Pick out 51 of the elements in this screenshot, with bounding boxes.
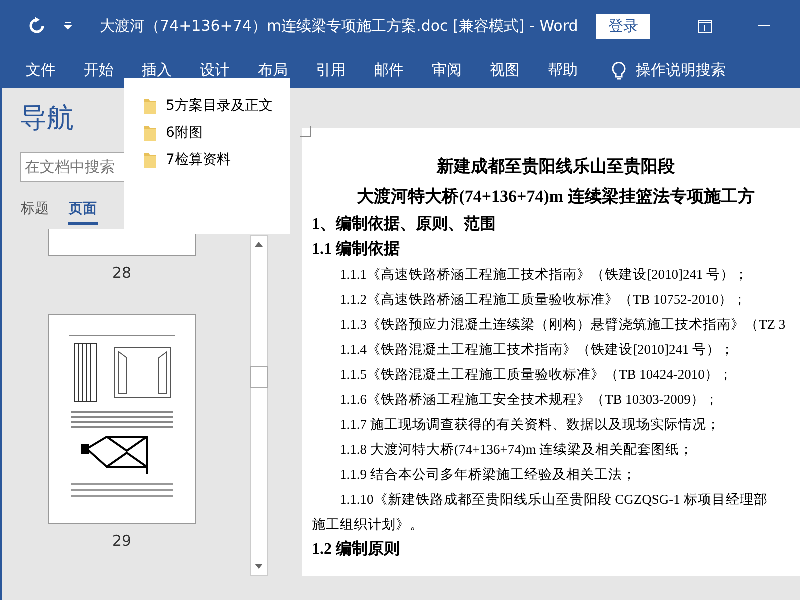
folder-icon — [144, 152, 156, 168]
ribbon-tab[interactable]: 审阅 — [418, 56, 476, 84]
folder-icon — [144, 124, 156, 140]
document-paragraph: 1.1.7 施工现场调查获得的有关资料、数据以及现场实际情况； — [339, 416, 722, 434]
document-paragraph: 1.1.5《铁路混凝土工程施工质量验收标准》（TB 10424-2010）； — [339, 366, 734, 384]
document-paragraph: 1.1.10《新建铁路成都至贵阳线乐山至贵阳段 CGZQSG-1 标项目经理部 — [339, 491, 769, 509]
lightbulb-icon — [612, 60, 626, 80]
customize-toolbar-icon[interactable] — [64, 22, 72, 30]
document-paragraph: 施工组织计划》。 — [312, 516, 425, 534]
scroll-thumb[interactable] — [250, 366, 268, 388]
minimize-icon[interactable] — [758, 25, 770, 27]
document-paragraph: 1.1.4《铁路混凝土工程施工技术指南》（铁建设[2010]241 号）； — [339, 341, 736, 359]
document-paragraph: 1.1.8 大渡河特大桥(74+136+74)m 连续梁及相关配套图纸； — [339, 441, 695, 459]
ribbon-tab[interactable]: 帮助 — [534, 56, 592, 84]
tell-me-search[interactable]: 操作说明搜索 — [606, 59, 732, 81]
folder-item[interactable]: 5方案目录及正文 — [124, 92, 290, 119]
sign-in-button[interactable]: 登录 — [596, 14, 650, 38]
document-paragraph: 1、编制依据、原则、范围 — [312, 214, 497, 235]
document-paragraph: 1.1.3《铁路预应力混凝土连续梁（刚构）悬臂浇筑施工技术指南》（TZ 3 — [339, 316, 787, 334]
ribbon-tab[interactable]: 视图 — [476, 56, 534, 84]
ribbon-tab[interactable]: 插入 — [128, 56, 186, 84]
ribbon-tab[interactable]: 邮件 — [360, 56, 418, 84]
folder-item[interactable]: 6附图 — [124, 119, 290, 146]
document-paragraph: 1.1.6《铁路桥涵工程施工安全技术规程》（TB 10303-2009）； — [339, 391, 720, 409]
ribbon-tab[interactable]: 开始 — [70, 56, 128, 84]
document-paragraph: 1.1 编制依据 — [312, 239, 401, 260]
refresh-icon[interactable] — [28, 17, 46, 35]
window-title: 大渡河（74+136+74）m连续梁专项施工方案.doc [兼容模式] - Word — [100, 16, 578, 36]
ribbon-tab[interactable]: 引用 — [302, 56, 360, 84]
document-paragraph: 1.1.2《高速铁路桥涵工程施工质量验收标准》（TB 10752-2010）； — [339, 291, 748, 309]
scroll-up-icon[interactable] — [255, 241, 263, 247]
document-paragraph: 1.1.1《高速铁路桥涵工程施工技术指南》（铁建设[2010]241 号）； — [339, 266, 750, 284]
scroll-down-icon[interactable] — [255, 564, 263, 570]
navigation-tab[interactable]: 页面 — [68, 198, 98, 225]
folder-icon — [144, 98, 156, 114]
document-paragraph: 1.1.9 结合本公司多年桥梁施工经验及相关工法； — [339, 466, 638, 484]
ribbon-tab[interactable]: 设计 — [186, 56, 244, 84]
folder-item[interactable]: 7检算资料 — [124, 146, 290, 173]
document-paragraph: 大渡河特大桥(74+136+74)m 连续梁挂篮法专项施工方 — [356, 186, 756, 208]
scrollbar[interactable] — [250, 235, 268, 576]
navigation-tab[interactable]: 标题 — [20, 198, 50, 225]
navigation-title: 导航 — [20, 102, 74, 136]
ribbon-tab[interactable]: 文件 — [12, 56, 70, 84]
document-paragraph: 1.2 编制原则 — [312, 539, 401, 560]
document-paragraph: 新建成都至贵阳线乐山至贵阳段 — [436, 156, 676, 178]
page-number: 28 — [112, 264, 132, 282]
ribbon-display-icon[interactable] — [698, 20, 712, 32]
page-thumbnail[interactable] — [48, 229, 196, 256]
page-number: 29 — [112, 532, 132, 550]
page-thumbnail[interactable] — [48, 314, 196, 524]
ribbon-tab[interactable]: 布局 — [244, 56, 302, 84]
